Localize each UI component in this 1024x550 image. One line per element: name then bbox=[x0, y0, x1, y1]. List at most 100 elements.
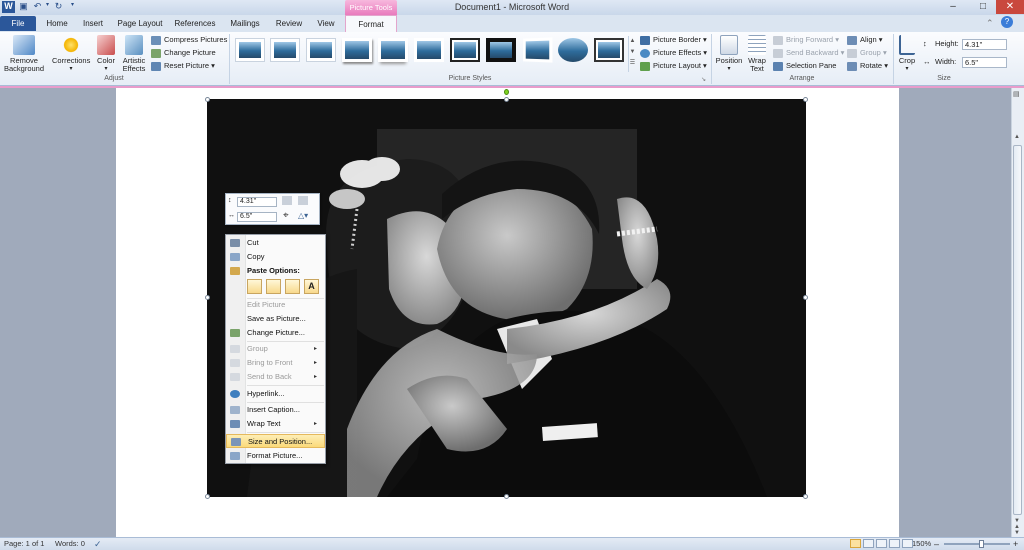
style-thumb[interactable] bbox=[342, 38, 372, 62]
help-icon[interactable]: ? bbox=[1001, 16, 1013, 28]
tab-file[interactable]: File bbox=[0, 16, 36, 31]
color-button[interactable]: Color ▾ bbox=[94, 35, 118, 73]
close-button[interactable]: ✕ bbox=[996, 0, 1024, 14]
menu-item-copy[interactable]: Copy bbox=[226, 250, 325, 264]
paste-merge-button[interactable] bbox=[266, 279, 281, 294]
picture-border-button[interactable]: Picture Border ▾ bbox=[640, 34, 707, 46]
dialog-launcher-icon[interactable]: ↘ bbox=[701, 76, 706, 83]
reset-picture-button[interactable]: Reset Picture ▾ bbox=[151, 60, 215, 72]
scroll-down-icon[interactable]: ▼ ▲ ▼ bbox=[1014, 518, 1020, 536]
gallery-scroll[interactable]: ▲ ▼ ☰ bbox=[628, 36, 636, 72]
send-backward-button[interactable]: Send Backward ▾ bbox=[773, 47, 844, 59]
bring-forward-button[interactable]: Bring Forward ▾ bbox=[773, 34, 839, 46]
style-thumb[interactable] bbox=[306, 38, 336, 62]
artistic-effects-button[interactable]: Artistic Effects bbox=[120, 35, 148, 73]
resize-handle[interactable] bbox=[803, 97, 808, 102]
menu-item-wrap-text[interactable]: Wrap Text ▸ bbox=[226, 417, 325, 431]
tab-format[interactable]: Format bbox=[345, 15, 397, 32]
wrap-text-button[interactable]: Wrap Text bbox=[745, 35, 769, 73]
scrollbar-thumb[interactable] bbox=[1013, 145, 1022, 515]
menu-item-label: Wrap Text bbox=[247, 419, 281, 428]
corrections-button[interactable]: Corrections ▾ bbox=[52, 35, 90, 73]
word-count[interactable]: Words: 0 bbox=[55, 538, 85, 550]
menu-item-save-as-picture[interactable]: Save as Picture... bbox=[226, 312, 325, 326]
minimize-ribbon-icon[interactable]: ⌃ bbox=[986, 18, 994, 29]
maximize-button[interactable]: □ bbox=[968, 0, 998, 14]
rotate-icon[interactable]: △▾ bbox=[298, 211, 308, 220]
style-thumb[interactable] bbox=[414, 38, 444, 62]
style-thumb[interactable] bbox=[558, 38, 588, 62]
tab-references[interactable]: References bbox=[170, 15, 220, 32]
send-backward-icon[interactable] bbox=[298, 196, 308, 205]
change-picture-button[interactable]: Change Picture bbox=[151, 47, 216, 59]
height-input[interactable]: 4.31" bbox=[962, 39, 1007, 50]
tab-mailings[interactable]: Mailings bbox=[224, 15, 266, 32]
rotate-button[interactable]: Rotate ▾ bbox=[847, 60, 888, 72]
compress-pictures-button[interactable]: Compress Pictures bbox=[151, 34, 227, 46]
crop-button[interactable]: Crop ▾ bbox=[896, 35, 918, 73]
style-thumb[interactable] bbox=[523, 37, 553, 63]
menu-item-send-to-back[interactable]: Send to Back ▸ bbox=[226, 370, 325, 384]
minimize-button[interactable]: – bbox=[938, 0, 968, 14]
tab-insert[interactable]: Insert bbox=[76, 15, 110, 32]
remove-background-button[interactable]: Remove Background bbox=[2, 35, 46, 73]
resize-handle[interactable] bbox=[504, 494, 509, 499]
tab-review[interactable]: Review bbox=[270, 15, 308, 32]
style-thumb[interactable] bbox=[378, 38, 408, 62]
width-input[interactable]: 6.5" bbox=[962, 57, 1007, 68]
menu-item-format-picture[interactable]: Format Picture... bbox=[226, 449, 325, 463]
menu-item-change-picture[interactable]: Change Picture... bbox=[226, 326, 325, 340]
bring-forward-icon[interactable] bbox=[282, 196, 292, 205]
menu-item-hyperlink[interactable]: Hyperlink... bbox=[226, 387, 325, 401]
draft-view-icon[interactable] bbox=[902, 539, 913, 548]
resize-handle[interactable] bbox=[205, 97, 210, 102]
menu-item-insert-caption[interactable]: Insert Caption... bbox=[226, 403, 325, 417]
picture-layout-button[interactable]: Picture Layout ▾ bbox=[640, 60, 707, 72]
menu-item-group[interactable]: Group ▸ bbox=[226, 342, 325, 356]
style-thumb[interactable] bbox=[594, 38, 624, 62]
crop-icon bbox=[899, 35, 915, 55]
style-thumb[interactable] bbox=[486, 38, 516, 62]
ruler-toggle-icon[interactable]: ▤ bbox=[1013, 90, 1020, 98]
zoom-slider-track[interactable] bbox=[944, 543, 1010, 545]
style-thumb[interactable] bbox=[270, 38, 300, 62]
resize-handle[interactable] bbox=[205, 494, 210, 499]
resize-handle[interactable] bbox=[205, 295, 210, 300]
paste-picture-button[interactable] bbox=[285, 279, 300, 294]
zoom-slider-thumb[interactable] bbox=[979, 540, 984, 548]
group-button[interactable]: Group ▾ bbox=[847, 47, 887, 59]
resize-handle[interactable] bbox=[504, 97, 509, 102]
position-button[interactable]: Position ▾ bbox=[714, 35, 744, 73]
crop-icon[interactable]: ⌖ bbox=[283, 210, 289, 221]
selection-pane-button[interactable]: Selection Pane bbox=[773, 60, 836, 72]
picture-effects-button[interactable]: Picture Effects ▾ bbox=[640, 47, 707, 59]
style-thumb[interactable] bbox=[235, 38, 265, 62]
menu-item-edit-picture[interactable]: Edit Picture bbox=[226, 298, 325, 312]
zoom-level[interactable]: 150% bbox=[912, 538, 931, 550]
page-count[interactable]: Page: 1 of 1 bbox=[4, 538, 44, 550]
paste-keep-formatting-button[interactable] bbox=[247, 279, 262, 294]
proofing-icon[interactable]: ✓ bbox=[94, 538, 102, 550]
tab-page-layout[interactable]: Page Layout bbox=[114, 15, 166, 32]
tab-home[interactable]: Home bbox=[40, 15, 74, 32]
full-screen-reading-icon[interactable] bbox=[863, 539, 874, 548]
tab-view[interactable]: View bbox=[310, 15, 342, 32]
print-layout-view-icon[interactable] bbox=[850, 539, 861, 548]
menu-item-cut[interactable]: Cut bbox=[226, 236, 325, 250]
style-thumb[interactable] bbox=[450, 38, 480, 62]
mini-width-input[interactable]: 6.5" bbox=[237, 212, 277, 222]
zoom-out-icon[interactable]: – bbox=[934, 538, 939, 550]
resize-handle[interactable] bbox=[803, 494, 808, 499]
compress-icon bbox=[151, 35, 161, 45]
outline-view-icon[interactable] bbox=[889, 539, 900, 548]
web-layout-icon[interactable] bbox=[876, 539, 887, 548]
menu-item-bring-to-front[interactable]: Bring to Front ▸ bbox=[226, 356, 325, 370]
scroll-up-icon[interactable]: ▲ bbox=[1014, 134, 1020, 140]
align-button[interactable]: Align ▾ bbox=[847, 34, 883, 46]
mini-height-input[interactable]: 4.31" bbox=[237, 197, 277, 207]
zoom-in-icon[interactable]: + bbox=[1013, 538, 1018, 550]
resize-handle[interactable] bbox=[803, 295, 808, 300]
paste-text-only-button[interactable]: A bbox=[304, 279, 319, 294]
menu-item-size-and-position[interactable]: Size and Position... bbox=[226, 434, 325, 448]
rotate-handle[interactable] bbox=[504, 89, 509, 95]
